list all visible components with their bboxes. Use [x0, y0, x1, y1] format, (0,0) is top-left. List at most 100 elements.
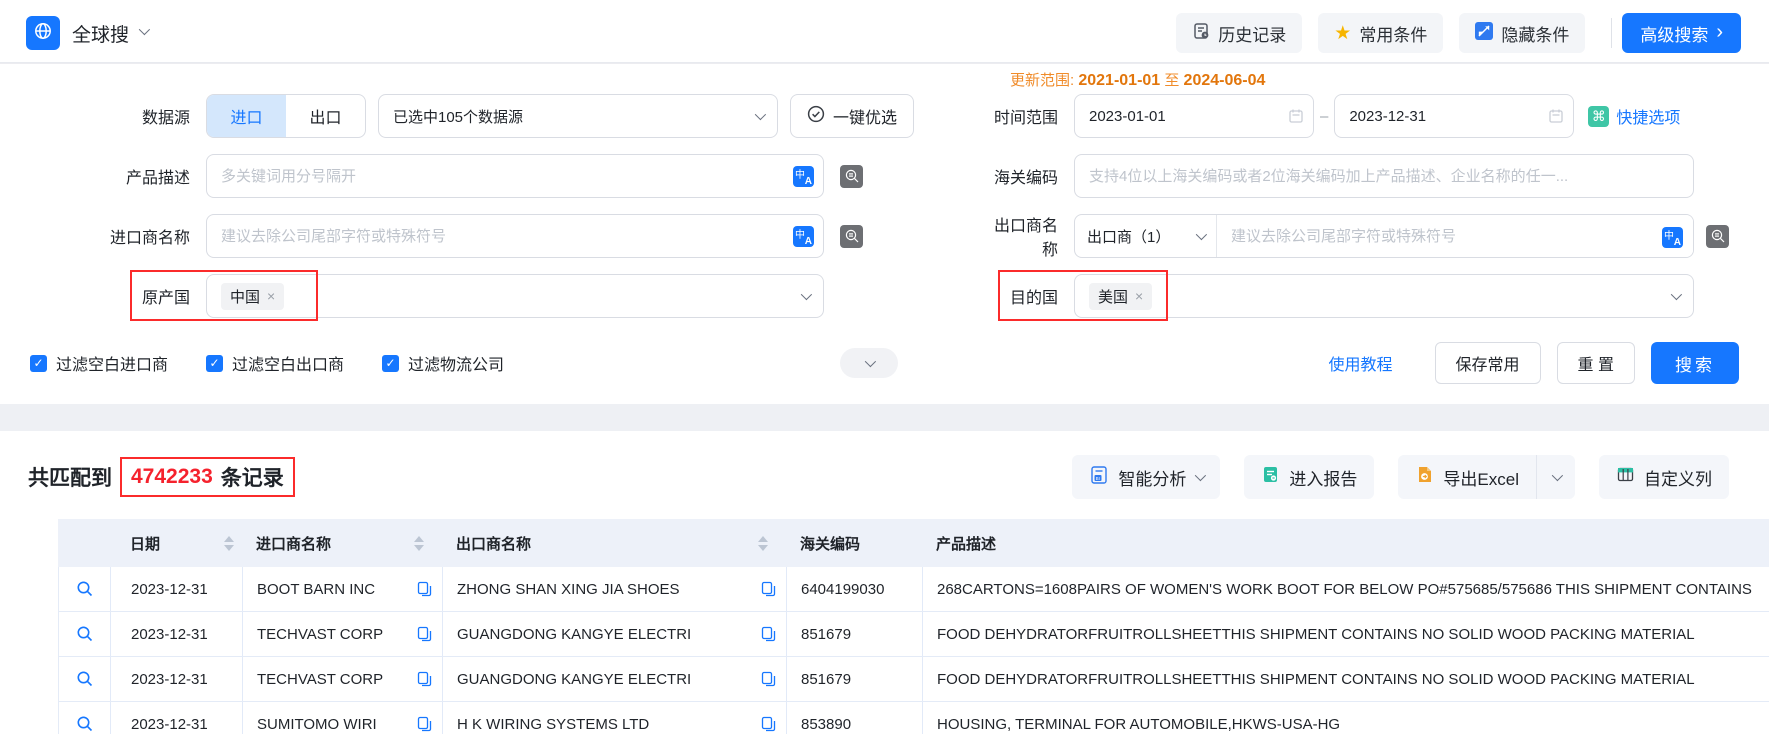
table-row: 2023-12-31 BOOT BARN INC ZHONG SHAN XING… [58, 567, 1769, 612]
copy-icon[interactable] [761, 671, 776, 687]
exporter-name: H K WIRING SYSTEMS LTD [457, 715, 650, 733]
form-row-product: 产品描述 中A 海关编码 [30, 154, 1739, 198]
results-table: 日期 进口商名称 出口商名称 海关编码 产品描述 2023-12-31 BOOT… [58, 519, 1769, 734]
advanced-search-button[interactable]: 高级搜索 › [1622, 13, 1741, 53]
history-button-label: 历史记录 [1218, 25, 1287, 45]
hs-code-input[interactable] [1074, 154, 1694, 198]
copy-icon[interactable] [417, 626, 432, 642]
exporter-role-select[interactable]: 出口商（1） [1075, 215, 1217, 257]
cell-importer: TECHVAST CORP [243, 657, 443, 701]
export-options-button[interactable] [1537, 455, 1575, 499]
match-prefix: 共匹配到 [28, 467, 112, 490]
tag-close-icon[interactable]: × [267, 288, 275, 304]
copy-icon[interactable] [417, 716, 432, 732]
hs-code-field [1074, 154, 1694, 198]
tab-import[interactable]: 进口 [207, 95, 286, 137]
import-export-segmented: 进口 出口 [206, 94, 366, 138]
smart-analysis-button[interactable]: BI 智能分析 [1072, 455, 1221, 499]
history-button[interactable]: 历史记录 [1176, 13, 1303, 53]
start-date-input[interactable] [1074, 94, 1314, 138]
tutorial-link[interactable]: 使用教程 [1329, 351, 1393, 375]
checkbox-checked-icon[interactable]: ✓ [382, 354, 400, 372]
table-row: 2023-12-31 SUMITOMO WIRI H K WIRING SYST… [58, 702, 1769, 734]
circle-check-icon [807, 105, 825, 128]
calendar-icon[interactable] [1548, 108, 1564, 129]
similar-search-icon[interactable] [1706, 224, 1729, 248]
filter-row: ✓ 过滤空白进口商 ✓ 过滤空白出口商 ✓ 过滤物流公司 使用教程 保存常用 重… [30, 342, 1739, 386]
end-date-field [1334, 94, 1575, 138]
form-footer-actions: 使用教程 保存常用 重 置 搜索 [1329, 342, 1739, 384]
header-importer: 进口商名称 [242, 519, 442, 567]
similar-search-icon[interactable] [840, 224, 863, 248]
export-excel-split-button: 导出Excel [1398, 455, 1575, 499]
product-desc-input[interactable] [206, 154, 824, 198]
similar-search-icon[interactable] [840, 164, 863, 188]
copy-icon[interactable] [761, 716, 776, 732]
results-section: 共匹配到 4742233 条记录 BI 智能分析 进入报告 导出Excel 自定… [0, 431, 1769, 734]
search-button[interactable]: 搜索 [1651, 342, 1739, 384]
copy-icon[interactable] [761, 581, 776, 597]
cell-importer: BOOT BARN INC [243, 567, 443, 611]
cell-product-desc: 268CARTONS=1608PAIRS OF WOMEN'S WORK BOO… [937, 580, 1752, 598]
customize-columns-label: 自定义列 [1644, 469, 1712, 489]
checkbox-checked-icon[interactable]: ✓ [30, 354, 47, 372]
match-summary: 共匹配到 4742233 条记录 [28, 457, 295, 497]
enter-report-button[interactable]: 进入报告 [1244, 455, 1375, 499]
magnifier-icon[interactable] [76, 580, 94, 598]
sort-icon[interactable] [414, 535, 424, 551]
header-date-label: 日期 [130, 535, 161, 553]
translate-icon[interactable]: 中A [1662, 227, 1683, 248]
tag-close-icon[interactable]: × [1135, 288, 1143, 304]
magnifier-icon[interactable] [76, 670, 94, 688]
calendar-icon[interactable] [1288, 108, 1304, 129]
cell-date: 2023-12-31 [111, 567, 243, 611]
update-range-middle: 至 [1164, 72, 1180, 89]
filter-blank-importer[interactable]: ✓ 过滤空白进口商 [30, 351, 168, 375]
hs-code-label: 海关编码 [993, 170, 1058, 187]
reset-button[interactable]: 重 置 [1556, 342, 1635, 384]
end-date-input[interactable] [1334, 94, 1575, 138]
filter-logistics[interactable]: ✓ 过滤物流公司 [382, 351, 504, 375]
header-date: 日期 [110, 519, 242, 567]
translate-icon[interactable]: 中A [793, 226, 814, 247]
magnifier-icon[interactable] [76, 625, 94, 643]
page-title: 全球搜 [72, 24, 130, 46]
importer-input[interactable] [206, 214, 824, 258]
form-row-importer: 进口商名称 中A 出口商名称 出口商（1） 中A [30, 214, 1739, 259]
filter-blank-exporter[interactable]: ✓ 过滤空白出口商 [206, 351, 344, 375]
exporter-input[interactable] [1217, 215, 1693, 257]
favorites-button[interactable]: ★ 常用条件 [1318, 13, 1444, 53]
copy-icon[interactable] [761, 626, 776, 642]
cell-date: 2023-12-31 [111, 612, 243, 656]
sort-icon[interactable] [224, 535, 234, 551]
sort-icon[interactable] [758, 535, 768, 551]
globe-icon [33, 21, 53, 46]
one-click-optimize-button[interactable]: 一键优选 [790, 94, 915, 138]
collapse-form-button[interactable] [840, 348, 898, 378]
exporter-name: GUANGDONG KANGYE ELECTRI [457, 670, 692, 688]
importer-name: TECHVAST CORP [257, 670, 384, 688]
magnifier-icon[interactable] [76, 715, 94, 733]
chevron-down-icon [1195, 469, 1207, 482]
origin-country-select[interactable]: 中国 × [206, 274, 824, 318]
header-detail-column [58, 519, 110, 567]
copy-icon[interactable] [417, 581, 432, 597]
datasource-select[interactable]: 已选中105个数据源 [378, 94, 778, 138]
enter-report-label: 进入报告 [1289, 469, 1358, 489]
translate-icon[interactable]: 中A [793, 166, 814, 187]
destination-country-select[interactable]: 美国 × [1074, 274, 1694, 318]
update-range-start: 2021-01-01 [1078, 72, 1161, 89]
hide-conditions-button[interactable]: 隐藏条件 [1459, 13, 1586, 53]
customize-columns-button[interactable]: 自定义列 [1599, 455, 1729, 499]
chevron-down-icon[interactable] [138, 23, 151, 36]
copy-icon[interactable] [417, 671, 432, 687]
tab-export[interactable]: 出口 [286, 95, 365, 137]
update-range-note: 更新范围: 2021-01-01 至 2024-06-04 [1010, 69, 1265, 90]
favorites-button-label: 常用条件 [1359, 25, 1428, 45]
checkbox-checked-icon[interactable]: ✓ [206, 354, 224, 372]
destination-label: 目的国 [1009, 290, 1058, 307]
save-common-button[interactable]: 保存常用 [1434, 342, 1541, 384]
export-excel-button[interactable]: 导出Excel [1398, 455, 1536, 499]
quick-options-button[interactable]: ⌘ 快捷选项 [1588, 104, 1680, 128]
match-suffix: 条记录 [220, 467, 284, 490]
